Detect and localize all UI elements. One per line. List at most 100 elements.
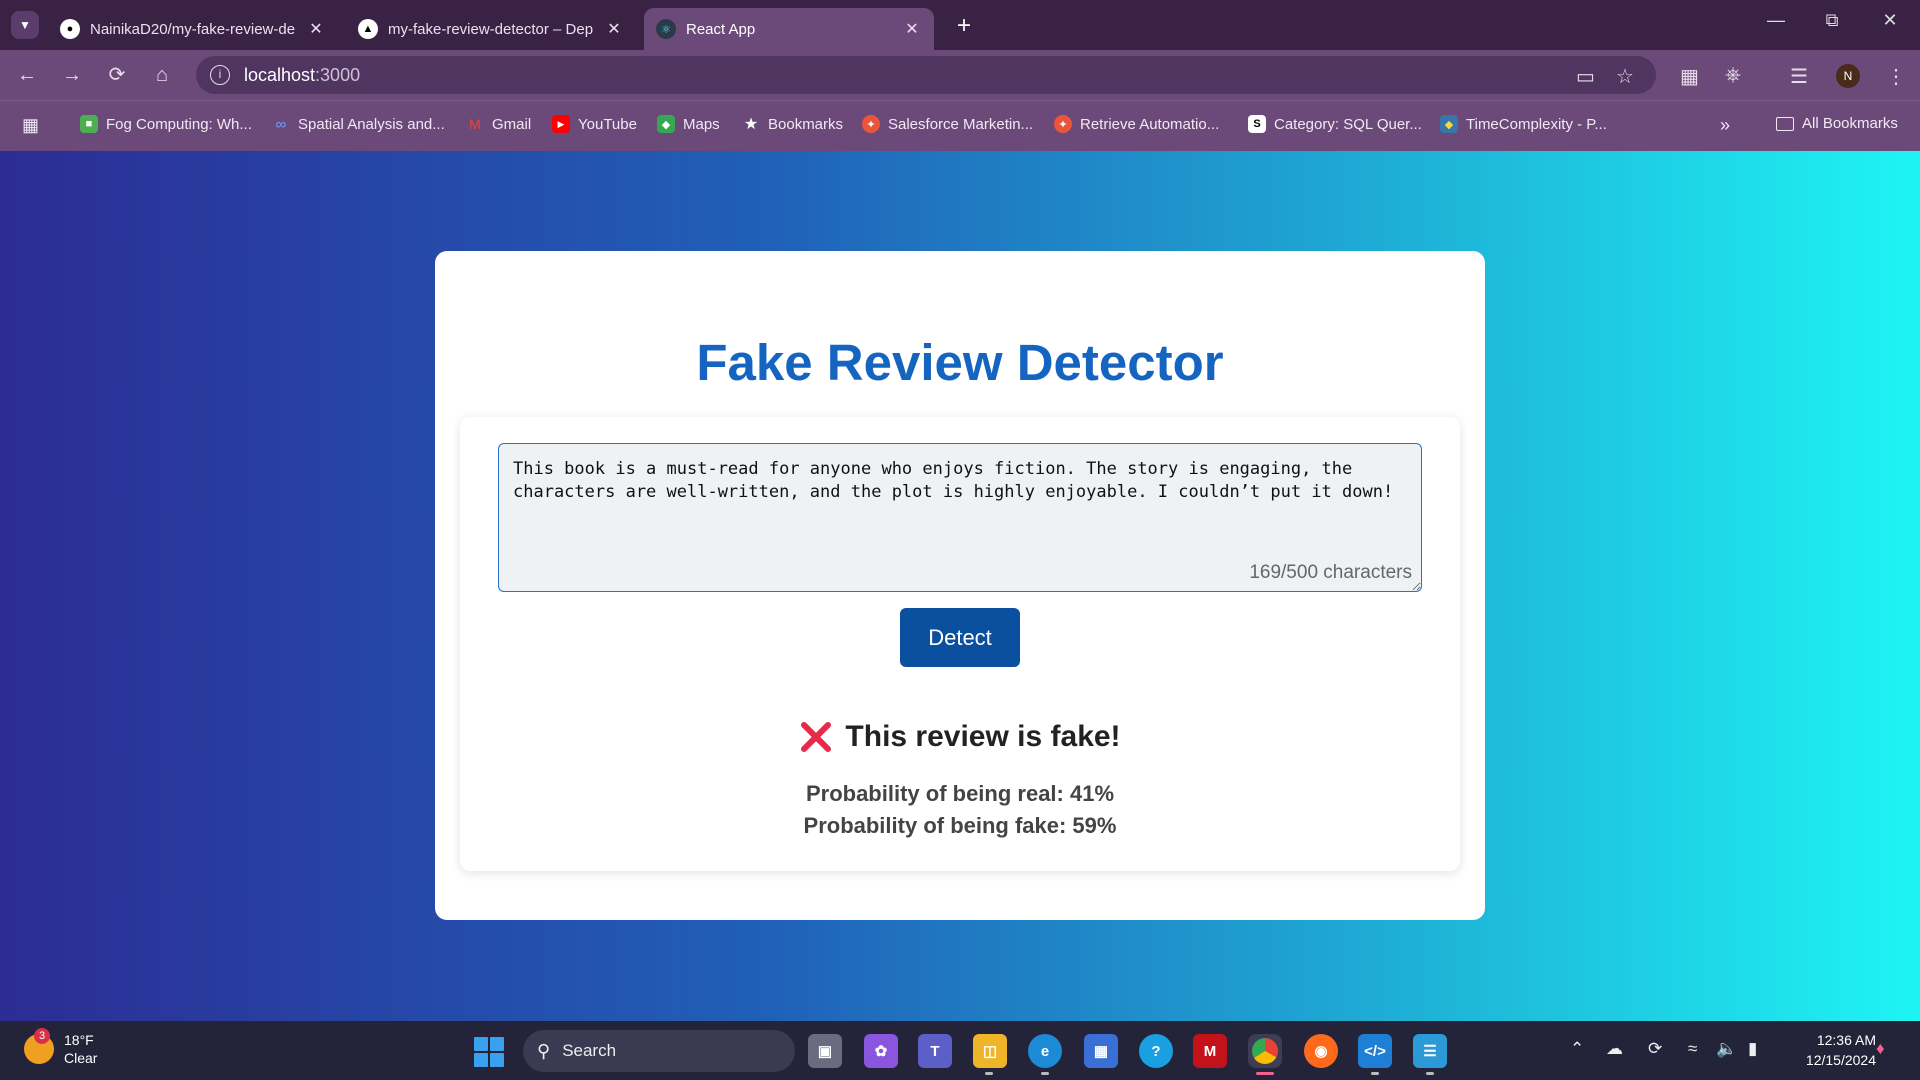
teams-icon[interactable]: T bbox=[918, 1034, 952, 1068]
bookmark-item[interactable]: ✦ Salesforce Marketin... bbox=[862, 115, 1033, 133]
close-icon[interactable]: ✕ bbox=[306, 19, 326, 39]
restore-button[interactable]: ⧉ bbox=[1812, 10, 1852, 31]
star-icon: ★ bbox=[743, 116, 759, 133]
bookmark-label: YouTube bbox=[578, 115, 637, 133]
avatar[interactable]: N bbox=[1836, 64, 1860, 88]
bookmark-label: Gmail bbox=[492, 115, 532, 133]
notification-badge: 3 bbox=[34, 1028, 50, 1044]
chrome-icon[interactable] bbox=[1248, 1034, 1282, 1068]
tab-title: NainikaD20/my-fake-review-de bbox=[90, 20, 296, 38]
tab-react-app[interactable]: ⚛ React App ✕ bbox=[644, 8, 934, 50]
firefox-icon[interactable]: ◉ bbox=[1304, 1034, 1338, 1068]
bookmark-item[interactable]: ◆ Maps bbox=[657, 115, 720, 133]
folder-icon bbox=[1776, 116, 1794, 131]
tab-github[interactable]: ● NainikaD20/my-fake-review-de ✕ bbox=[48, 8, 338, 50]
back-arrow-icon[interactable]: ← bbox=[14, 62, 40, 88]
windows-logo-pane bbox=[474, 1053, 488, 1067]
more-bookmarks-icon[interactable]: » bbox=[1720, 115, 1730, 136]
bookmark-item[interactable]: ■ Fog Computing: Wh... bbox=[80, 115, 252, 133]
chevron-down-icon: ▼ bbox=[19, 18, 31, 32]
all-bookmarks-label: All Bookmarks bbox=[1802, 115, 1898, 132]
task-view-icon[interactable]: ▣ bbox=[808, 1034, 842, 1068]
volume-icon[interactable]: 🔈 bbox=[1716, 1039, 1737, 1059]
install-app-icon[interactable]: ▭ bbox=[1576, 64, 1595, 89]
clock-date: 12/15/2024 bbox=[1805, 1052, 1876, 1068]
qr-code-icon[interactable]: ▦ bbox=[1680, 64, 1699, 89]
bookmark-label: TimeComplexity - P... bbox=[1466, 115, 1607, 133]
more-menu-icon[interactable]: ⋮ bbox=[1886, 64, 1906, 89]
search-label: Search bbox=[562, 1041, 617, 1060]
page-viewport: Fake Review Detector This book is a must… bbox=[0, 151, 1920, 1021]
bookmark-star-icon[interactable]: ☆ bbox=[1616, 64, 1634, 89]
cube-icon: ■ bbox=[80, 115, 98, 133]
tab-search-button[interactable]: ▼ bbox=[11, 11, 39, 39]
apps-grid-icon[interactable]: ▦ bbox=[22, 115, 39, 136]
probability-real: Probability of being real: 41% bbox=[805, 781, 1115, 806]
wifi-icon[interactable]: ≈ bbox=[1688, 1039, 1697, 1059]
onedrive-icon[interactable]: ☁ bbox=[1606, 1039, 1623, 1059]
tab-title: React App bbox=[686, 20, 756, 38]
bookmark-label: Fog Computing: Wh... bbox=[106, 115, 252, 133]
close-icon[interactable]: ✕ bbox=[902, 19, 922, 39]
bookmark-label: Salesforce Marketin... bbox=[888, 115, 1034, 133]
extensions-icon[interactable]: ⎈ bbox=[1725, 64, 1741, 87]
windows-logo-pane bbox=[490, 1037, 504, 1051]
bookmark-item[interactable]: ◆ TimeComplexity - P... bbox=[1440, 115, 1607, 133]
sync-icon[interactable]: ⟳ bbox=[1648, 1039, 1662, 1059]
bookmark-item[interactable]: ▶ YouTube bbox=[552, 115, 637, 133]
bookmark-item[interactable]: ∞ Spatial Analysis and... bbox=[272, 115, 445, 133]
active-indicator bbox=[1256, 1072, 1274, 1075]
search-icon: ⚲ bbox=[537, 1040, 551, 1061]
maps-icon: ◆ bbox=[657, 115, 675, 133]
system-clock[interactable]: 12:36 AM 12/15/2024 bbox=[1786, 1030, 1876, 1070]
file-explorer-icon[interactable]: ◫ bbox=[973, 1034, 1007, 1068]
weather-widget[interactable]: 3 18°F Clear bbox=[24, 1028, 97, 1067]
moon-icon: 3 bbox=[24, 1028, 54, 1064]
salesforce-icon: ✦ bbox=[1054, 115, 1072, 133]
infinity-icon: ∞ bbox=[275, 115, 287, 133]
vscode-icon[interactable]: </> bbox=[1358, 1034, 1392, 1068]
close-icon[interactable]: ✕ bbox=[604, 19, 624, 39]
github-icon: ● bbox=[60, 19, 80, 39]
notepad-icon[interactable]: ☰ bbox=[1413, 1034, 1447, 1068]
tab-vercel[interactable]: ▲ my-fake-review-detector – Dep ✕ bbox=[346, 8, 636, 50]
address-bar[interactable]: i localhost:3000 ▭ ☆ bbox=[196, 56, 1656, 94]
main-card: Fake Review Detector This book is a must… bbox=[435, 251, 1485, 920]
help-icon[interactable]: ? bbox=[1139, 1034, 1173, 1068]
mcafee-icon[interactable]: M bbox=[1193, 1034, 1227, 1068]
home-icon[interactable]: ⌂ bbox=[149, 62, 175, 88]
windows-taskbar: 3 18°F Clear ⚲ Search ▣ ✿ T ◫ e ▦ ? M ◉ … bbox=[0, 1021, 1920, 1080]
browser-toolbar: ← → ⟳ ⌂ i localhost:3000 ▭ ☆ ▦ ⎈ ☰ N ⋮ bbox=[0, 50, 1920, 100]
bookmark-label: Spatial Analysis and... bbox=[298, 115, 445, 133]
plus-icon: + bbox=[956, 12, 971, 39]
result-text: This review is fake! bbox=[845, 720, 1121, 753]
url-port: :3000 bbox=[315, 64, 361, 85]
media-control-icon[interactable]: ☰ bbox=[1790, 64, 1808, 89]
copilot-icon[interactable]: ✿ bbox=[864, 1034, 898, 1068]
minimize-button[interactable]: — bbox=[1756, 10, 1796, 31]
notification-bell-icon[interactable]: ♦ bbox=[1876, 1039, 1885, 1059]
edge-icon[interactable]: e bbox=[1028, 1034, 1062, 1068]
forward-arrow-icon[interactable]: → bbox=[59, 62, 85, 88]
detect-button[interactable]: Detect bbox=[900, 608, 1020, 667]
tab-title: my-fake-review-detector – Dep bbox=[388, 20, 594, 38]
gmail-icon: M bbox=[469, 116, 481, 132]
salesforce-icon: ✦ bbox=[862, 115, 880, 133]
new-tab-button[interactable]: + bbox=[950, 12, 978, 40]
close-window-button[interactable]: ✕ bbox=[1870, 10, 1910, 31]
windows-logo-pane bbox=[490, 1053, 504, 1067]
chevron-up-icon[interactable]: ⌃ bbox=[1570, 1039, 1584, 1059]
battery-icon[interactable]: ▮ bbox=[1748, 1039, 1757, 1059]
site-info-icon[interactable]: i bbox=[210, 65, 230, 85]
bookmark-item[interactable]: ★ Bookmarks bbox=[742, 115, 843, 134]
reload-icon[interactable]: ⟳ bbox=[104, 62, 130, 88]
running-indicator bbox=[985, 1072, 993, 1075]
taskbar-search[interactable]: ⚲ Search bbox=[523, 1030, 795, 1072]
store-icon[interactable]: ▦ bbox=[1084, 1034, 1118, 1068]
start-button[interactable] bbox=[474, 1037, 504, 1067]
tab-strip: ▼ ● NainikaD20/my-fake-review-de ✕ ▲ my-… bbox=[0, 0, 1920, 50]
all-bookmarks-folder[interactable]: All Bookmarks bbox=[1776, 115, 1898, 132]
bookmark-item[interactable]: ✦ Retrieve Automatio... bbox=[1054, 115, 1219, 133]
bookmark-item[interactable]: S Category: SQL Quer... bbox=[1248, 115, 1422, 133]
bookmark-item[interactable]: M Gmail bbox=[466, 115, 531, 133]
